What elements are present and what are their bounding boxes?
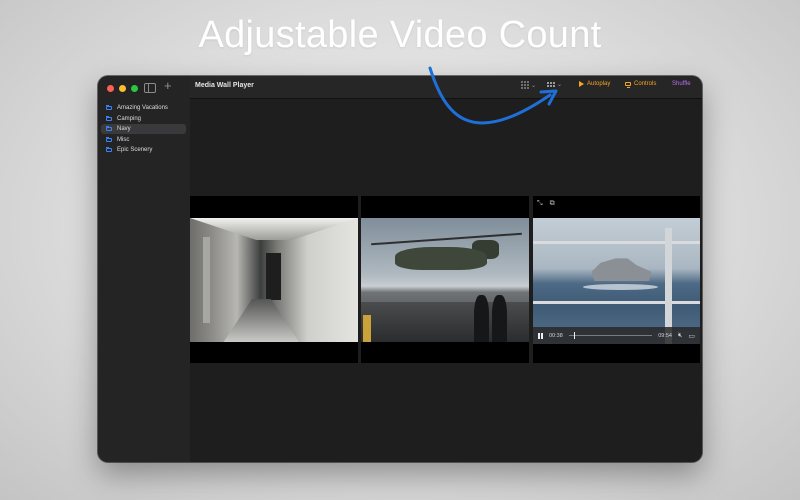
video-frame-warship: 00:38 09:54 🔇︎ ▭ [533,218,700,344]
sidebar-item-label: Epic Scenery [117,147,153,153]
folder-icon [106,126,112,131]
close-window-button[interactable] [107,85,114,92]
video-wall: ⤡ ⧉ 00:38 09:54 🔇︎ ▭ [190,99,702,462]
window-controls [107,85,138,92]
shuffle-button[interactable]: Shuffle [672,81,691,87]
sidebar-item-label: Camping [117,115,142,122]
folder-icon [106,147,112,152]
controls-label: Controls [634,81,657,87]
feature-headline: Adjustable Video Count [198,14,602,56]
shuffle-label: Shuffle [672,81,691,87]
window-title: Media Wall Player [195,82,254,89]
video-tile-3[interactable]: ⤡ ⧉ 00:38 09:54 🔇︎ ▭ [533,196,700,363]
controls-button[interactable]: Controls [625,81,657,88]
zoom-window-button[interactable] [131,85,138,92]
playback-controls: 00:38 09:54 🔇︎ ▭ [533,327,700,344]
picture-in-picture-icon[interactable]: ⧉ [550,200,555,208]
duration: 09:54 [658,332,672,339]
current-time: 00:38 [549,332,563,339]
sidebar-item-misc[interactable]: Misc [101,135,186,145]
sidebar-item-label: Navy [117,126,131,132]
video-frame-helicopter [361,218,529,342]
seek-knob[interactable] [574,332,576,339]
video-grid-icon [547,82,555,87]
video-tile-1[interactable] [190,196,358,363]
chevron-down-icon: ⌄ [557,82,563,88]
sidebar-item-epic-scenery[interactable]: Epic Scenery [101,145,186,155]
video-count-button[interactable]: ⌄ [547,81,562,88]
add-folder-button[interactable]: + [164,79,172,93]
sidebar-item-label: Amazing Vacations [117,105,168,111]
layout-grid-icon [521,81,529,89]
chevron-down-icon: ⌄ [531,82,537,89]
sidebar-item-amazing-vacations[interactable]: Amazing Vacations [101,103,186,113]
sidebar: + Amazing Vacations Camping Navy Misc Ep… [98,76,191,462]
seek-bar[interactable] [568,332,653,339]
sidebar-toggle-icon[interactable] [144,83,156,93]
expand-icon[interactable]: ⤡ [537,200,543,208]
minimize-window-button[interactable] [119,85,126,92]
folder-icon [106,105,112,110]
pause-icon[interactable] [538,332,543,339]
sidebar-item-camping[interactable]: Camping [101,114,186,124]
sidebar-list: Amazing Vacations Camping Navy Misc Epic… [101,103,186,156]
autoplay-label: Autoplay [587,81,611,87]
sidebar-item-navy[interactable]: Navy [101,124,186,134]
play-icon [579,81,584,87]
monitor-icon [625,82,631,88]
toolbar: Media Wall Player ⌄ ⌄ Autoplay Controls … [190,76,702,99]
video-tile-2[interactable] [361,196,529,363]
airplay-icon[interactable]: ▭ [688,332,695,340]
sidebar-item-label: Misc [117,136,130,143]
video-frame-corridor [190,218,358,342]
folder-icon [106,136,112,142]
autoplay-button[interactable]: Autoplay [579,81,610,87]
layout-mode-button[interactable]: ⌄ [521,81,536,89]
video-overlay-tools: ⤡ ⧉ [537,200,555,208]
app-window: + Amazing Vacations Camping Navy Misc Ep… [98,76,702,462]
folder-icon [106,115,112,121]
mute-icon[interactable]: 🔇︎ [678,332,682,340]
